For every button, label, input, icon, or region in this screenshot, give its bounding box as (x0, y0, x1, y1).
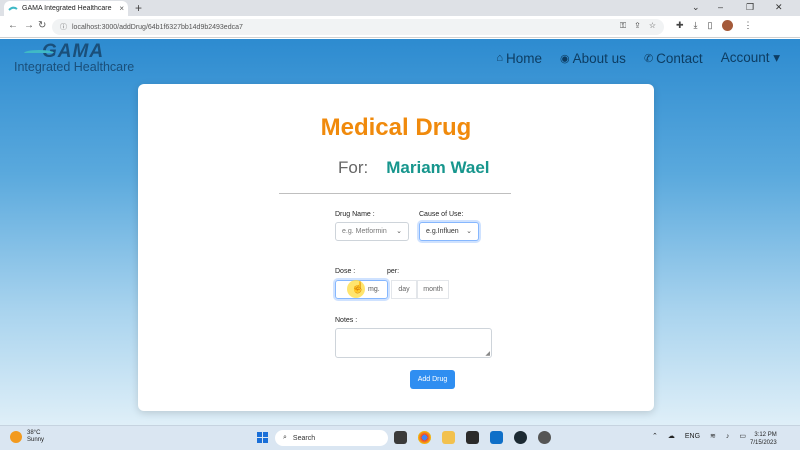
nav-about[interactable]: ◉ About us (560, 50, 626, 66)
extensions-icon[interactable]: ✚ (676, 20, 684, 31)
browser-toolbar: ← → ↻ ⓘ localhost:3000/addDrug/64b1f6327… (0, 16, 800, 38)
hand-cursor-icon: ☝ (351, 282, 365, 294)
weather-condition: Sunny (27, 437, 45, 443)
windows-start-icon[interactable] (257, 432, 268, 443)
logo-swoosh-icon (24, 50, 54, 56)
cause-placeholder: e.g.Influen (426, 228, 459, 235)
chevron-up-icon[interactable]: ⌃ (652, 432, 658, 440)
chevron-down-icon: ⌄ (396, 228, 402, 235)
taskbar-apps (394, 431, 551, 444)
per-month-button[interactable]: month (417, 280, 449, 299)
user-circle-icon: ◉ (560, 52, 570, 65)
bookmark-star-icon[interactable]: ☆ (649, 21, 656, 31)
gama-favicon-icon (8, 6, 18, 11)
taskbar-search[interactable]: ⌕ Search (275, 430, 388, 446)
maximize-button[interactable]: ❐ (746, 2, 754, 13)
vscode-icon[interactable] (490, 431, 503, 444)
search-icon: ⌕ (283, 434, 287, 441)
dose-label: Dose : (335, 268, 356, 275)
nav-home-label: Home (506, 50, 543, 66)
cause-select[interactable]: e.g.Influen ⌄ (419, 222, 479, 241)
new-tab-button[interactable]: + (135, 1, 142, 15)
weather-text: 38°C Sunny (27, 430, 44, 444)
close-tab-icon[interactable]: × (119, 4, 124, 13)
minimize-button[interactable]: – (718, 2, 723, 12)
address-bar[interactable]: ⓘ localhost:3000/addDrug/64b1f6327bb14d9… (52, 19, 664, 35)
mongodb-compass-icon[interactable] (514, 431, 527, 444)
back-icon[interactable]: ← (8, 20, 18, 31)
browser-tabstrip: GAMA Integrated Healthcare × + ⌄ – ❐ ✕ (0, 0, 800, 16)
task-view-icon[interactable] (394, 431, 407, 444)
drug-name-select[interactable]: e.g. Metformin ⌄ (335, 222, 409, 241)
chrome-icon[interactable] (418, 431, 431, 444)
sidepanel-icon[interactable]: ▯ (708, 20, 713, 31)
page-viewport: GAMA Integrated Healthcare ⌂ Home ◉ Abou… (0, 39, 800, 425)
weather-widget[interactable]: 38°C Sunny (10, 430, 44, 444)
nav-about-label: About us (572, 50, 626, 66)
browser-tab[interactable]: GAMA Integrated Healthcare × (4, 1, 128, 16)
nav-links: ⌂ Home ◉ About us ✆ Contact Account ▾ (496, 50, 780, 66)
resize-handle-icon[interactable]: ◢ (485, 350, 490, 357)
gama-logo[interactable]: GAMA Integrated Healthcare (14, 42, 134, 74)
key-icon[interactable]: ⚿ (620, 21, 626, 31)
divider (279, 193, 511, 194)
tab-search-icon[interactable]: ⌄ (692, 2, 700, 13)
logo-subtitle: Integrated Healthcare (14, 60, 135, 74)
share-icon[interactable]: ⇪ (634, 21, 641, 31)
weather-temp: 38°C (27, 430, 41, 436)
tab-title: GAMA Integrated Healthcare (22, 5, 112, 12)
search-label: Search (292, 434, 316, 442)
settings-gear-icon[interactable] (538, 431, 551, 444)
clock[interactable]: 3:12 PM 7/15/2023 (750, 431, 777, 447)
profile-avatar[interactable] (722, 20, 734, 31)
nav-contact-label: Contact (656, 50, 703, 66)
chevron-down-icon: ⌄ (466, 228, 472, 235)
info-icon: ⓘ (60, 24, 67, 31)
terminal-icon[interactable] (466, 431, 479, 444)
patient-name: Mariam Wael (386, 158, 490, 177)
notes-label: Notes : (335, 317, 358, 324)
battery-icon[interactable]: ▭ (739, 432, 746, 440)
forward-icon[interactable]: → (24, 20, 34, 31)
cause-label: Cause of Use: (419, 211, 464, 218)
for-label: For: (338, 158, 369, 177)
page-title: Medical Drug (320, 114, 472, 141)
sun-icon (10, 431, 22, 443)
home-icon: ⌂ (496, 52, 504, 64)
patient-row: For: Mariam Wael (338, 158, 490, 178)
reload-icon[interactable]: ↻ (38, 20, 46, 31)
nav-contact[interactable]: ✆ Contact (644, 50, 703, 66)
nav-account-dropdown[interactable]: Account ▾ (721, 50, 780, 66)
add-drug-button[interactable]: Add Drug (410, 370, 455, 389)
clock-date: 7/15/2023 (750, 440, 777, 446)
wifi-icon[interactable]: ≋ (710, 432, 716, 440)
site-navbar: GAMA Integrated Healthcare ⌂ Home ◉ Abou… (0, 39, 800, 79)
menu-kebab-icon[interactable]: ⋮ (743, 20, 752, 31)
nav-account-label: Account ▾ (720, 50, 780, 65)
taskbar: 38°C Sunny ⌕ Search ⌃ ☁ ENG ≋ ♪ ▭ 3:12 P… (0, 425, 800, 450)
per-label: per: (387, 268, 400, 275)
clock-time: 3:12 PM (754, 432, 777, 438)
volume-icon[interactable]: ♪ (726, 433, 730, 440)
nav-home[interactable]: ⌂ Home (496, 50, 542, 66)
system-tray: ⌃ ☁ ENG ≋ ♪ ▭ (652, 432, 746, 441)
per-day-button[interactable]: day (391, 280, 417, 299)
phone-icon: ✆ (643, 52, 654, 65)
dose-unit: mg. (368, 286, 380, 293)
download-icon[interactable]: ⤓ (694, 20, 698, 31)
drug-name-label: Drug Name : (335, 211, 375, 218)
language-indicator[interactable]: ENG (685, 433, 700, 440)
cloud-icon[interactable]: ☁ (668, 432, 675, 440)
close-window-button[interactable]: ✕ (775, 2, 783, 13)
notes-textarea[interactable]: ◢ (335, 328, 492, 358)
drug-form-card: Medical Drug For: Mariam Wael Drug Name … (138, 84, 654, 411)
file-explorer-icon[interactable] (442, 431, 455, 444)
url-text: localhost:3000/addDrug/64b1f6327bb14d9b2… (72, 23, 243, 31)
drug-name-placeholder: e.g. Metformin (342, 228, 387, 235)
